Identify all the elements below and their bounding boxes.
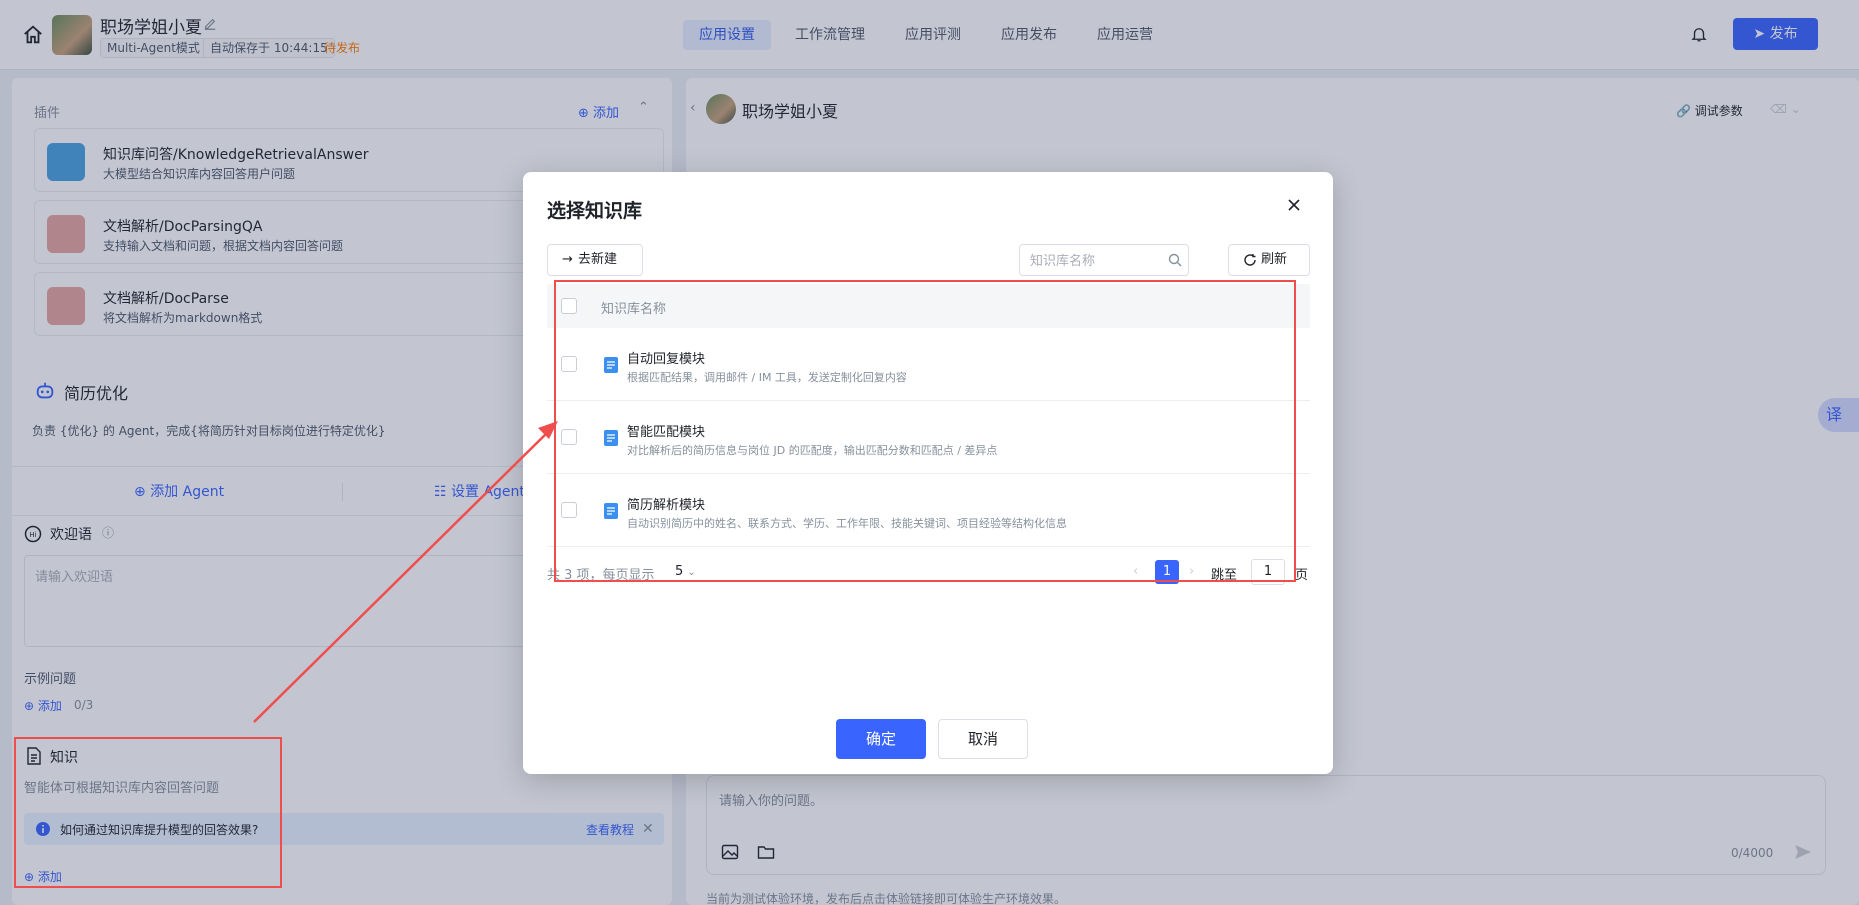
refresh-icon — [1244, 254, 1256, 266]
search-input[interactable] — [1020, 245, 1150, 275]
table-highlight-box — [554, 280, 1296, 582]
jump-suffix: 页 — [1295, 568, 1309, 583]
refresh-button[interactable]: 刷新 — [1228, 244, 1310, 276]
dialog-title: 选择知识库 — [547, 200, 643, 222]
close-icon[interactable] — [1285, 196, 1303, 214]
search-icon[interactable] — [1168, 253, 1182, 267]
knowledge-highlight-box — [14, 737, 282, 888]
create-new-label: 去新建 — [578, 252, 618, 267]
confirm-button[interactable]: 确定 — [836, 719, 926, 759]
search-box — [1019, 244, 1189, 276]
create-new-button[interactable]: → 去新建 — [547, 244, 643, 276]
refresh-label: 刷新 — [1261, 252, 1288, 267]
cancel-button[interactable]: 取消 — [938, 719, 1028, 759]
arrow-right-icon: → — [562, 252, 573, 267]
